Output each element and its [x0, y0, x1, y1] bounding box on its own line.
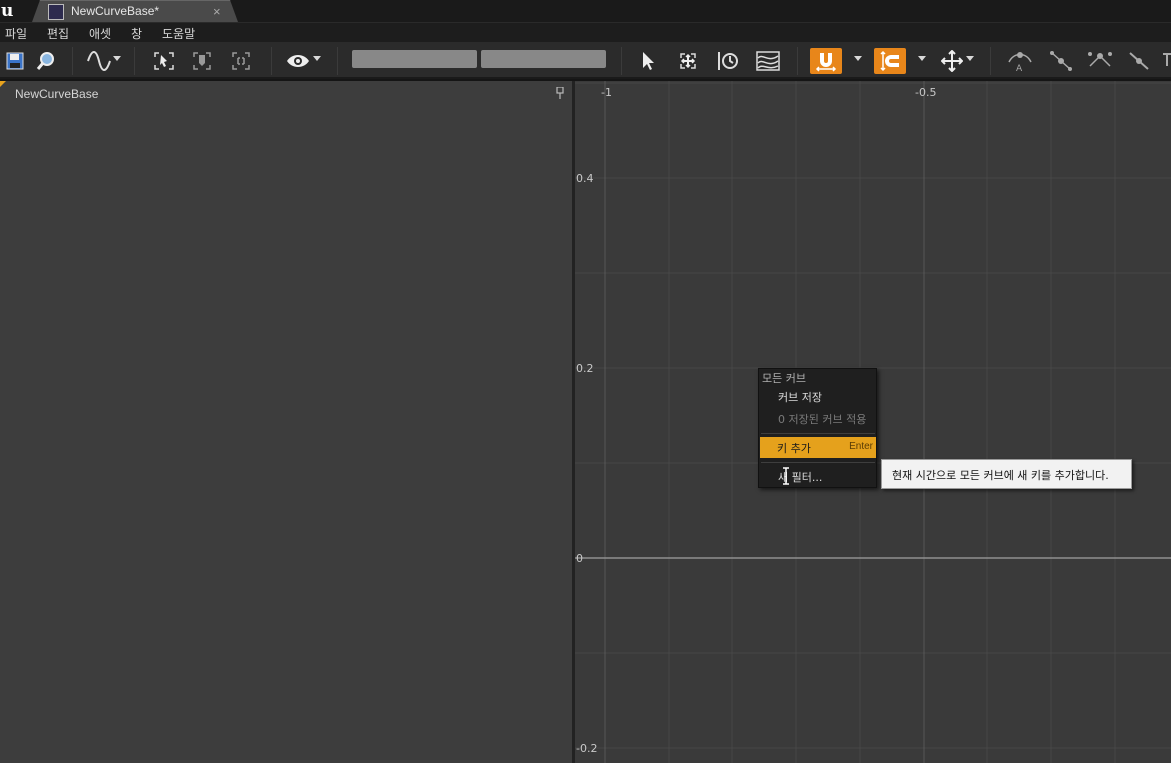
zoom-to-fit-horizontal-icon[interactable] [152, 48, 176, 74]
svg-text:A: A [1016, 64, 1023, 72]
vertical-snap-dropdown-icon[interactable] [918, 56, 926, 61]
menu-file[interactable]: 파일 [5, 25, 27, 42]
close-tab-icon[interactable]: × [213, 4, 221, 19]
add-key-tooltip: 현재 시간으로 모든 커브에 새 키를 추가합니다. [881, 459, 1132, 489]
y-tick-label: 0 [576, 552, 583, 565]
title-bar: u NewCurveBase* × [0, 0, 1171, 23]
move-dropdown-icon[interactable] [966, 56, 974, 61]
pin-icon[interactable] [556, 87, 564, 99]
time-input[interactable] [352, 50, 477, 68]
tooltip-text: 현재 시간으로 모든 커브에 새 키를 추가합니다. [892, 469, 1109, 482]
select-icon[interactable] [637, 48, 659, 74]
auto-tangent-icon[interactable]: A [1006, 48, 1034, 74]
apply-saved-curves-menu-item[interactable]: 0 저장된 커브 적용 [778, 411, 866, 427]
curve-name-label[interactable]: NewCurveBase [15, 87, 98, 101]
value-input[interactable] [481, 50, 606, 68]
curve-display-dropdown-icon[interactable] [113, 56, 121, 61]
toolbar: A [0, 42, 1171, 79]
unreal-logo-icon[interactable]: u [1, 2, 19, 20]
time-snap-icon[interactable] [716, 48, 740, 74]
context-menu: 모든 커브 커브 저장 0 저장된 커브 적용 키 추가 Enter 새 필터.… [758, 368, 877, 488]
vertical-snap-icon[interactable] [874, 48, 906, 74]
x-tick-label: -0.5 [915, 86, 936, 99]
linear-tangent-icon[interactable] [1127, 48, 1151, 74]
curve-asset-icon [48, 4, 64, 20]
menu-asset[interactable]: 애셋 [89, 25, 111, 42]
user-tangent-icon[interactable] [1048, 48, 1074, 74]
save-curve-menu-item[interactable]: 커브 저장 [778, 389, 822, 405]
menu-help[interactable]: 도움말 [162, 25, 195, 42]
curve-view-icon[interactable] [755, 48, 781, 74]
frame-icon[interactable] [677, 48, 699, 74]
y-tick-label: 0.4 [576, 172, 594, 185]
tab-title: NewCurveBase* [71, 4, 160, 18]
menu-edit[interactable]: 편집 [47, 25, 69, 42]
curve-list-panel: NewCurveBase [0, 81, 572, 763]
x-tick-label: -1 [601, 86, 612, 99]
move-icon[interactable] [939, 48, 965, 74]
context-menu-header: 모든 커브 [762, 372, 806, 385]
document-tab[interactable]: NewCurveBase* × [32, 0, 238, 22]
save-icon[interactable] [4, 48, 26, 74]
panel-corner-marker [0, 81, 6, 87]
find-in-browser-icon[interactable] [34, 48, 58, 74]
curve-display-icon[interactable] [86, 48, 112, 74]
add-key-menu-item[interactable]: 키 추가 Enter [760, 437, 876, 458]
value-snap-icon[interactable] [810, 48, 842, 74]
visibility-dropdown-icon[interactable] [313, 56, 321, 61]
constant-tangent-icon[interactable] [1162, 48, 1171, 74]
menu-window[interactable]: 창 [131, 25, 142, 42]
add-key-shortcut: Enter [849, 441, 873, 452]
value-snap-dropdown-icon[interactable] [854, 56, 862, 61]
add-key-label: 키 추가 [777, 442, 811, 455]
text-cursor-icon [783, 467, 789, 485]
visibility-icon[interactable] [285, 48, 311, 74]
menu-bar: 파일 편집 애셋 창 도움말 [0, 23, 1171, 42]
zoom-to-fit-icon[interactable] [230, 48, 252, 74]
zoom-to-fit-vertical-icon[interactable] [191, 48, 213, 74]
y-tick-label: -0.2 [576, 742, 597, 755]
y-tick-label: 0.2 [576, 362, 594, 375]
break-tangent-icon[interactable] [1087, 48, 1113, 74]
